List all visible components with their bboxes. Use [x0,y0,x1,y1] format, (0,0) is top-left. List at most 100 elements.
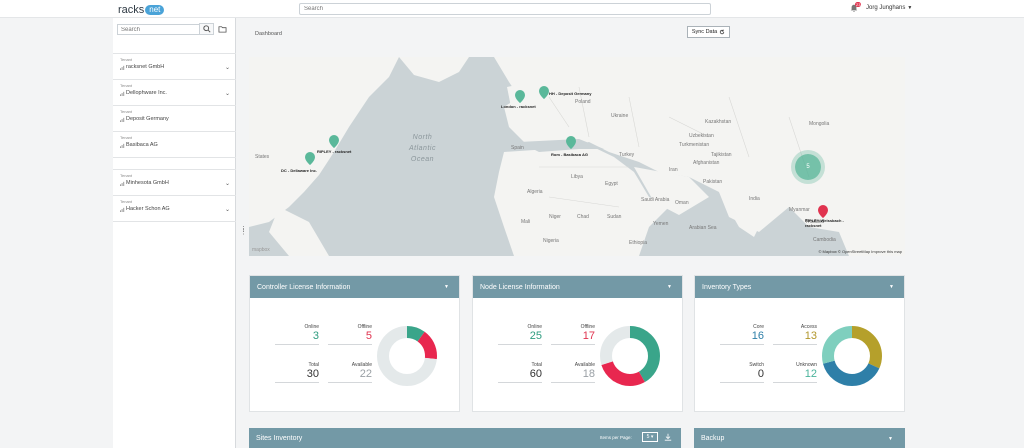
user-menu[interactable]: 23 Jorg Junghans ▼ [850,2,912,12]
signal-bars-icon [120,181,125,186]
chevron-down-icon[interactable]: ⌄ [225,90,230,97]
place-label: States [255,154,270,160]
info-card: Inventory Types ▼ Core 16 Access 13 Switch 0 Unk… [694,275,905,412]
info-card: Controller License Information ▼ Online 3 Of… [249,275,460,412]
chevron-down-icon[interactable]: ▼ [667,284,672,290]
tenant-item[interactable]: Tenant Deposit Germany [113,106,236,132]
bell-icon[interactable]: 23 [850,2,862,12]
user-name: Jorg Junghans [866,5,906,11]
stat-value: 22 [328,368,372,383]
tenant-item[interactable]: Tenant Minhesota GmbH ⌄ [113,170,236,196]
donut-chart [600,326,660,386]
chevron-down-icon[interactable]: ⌄ [225,64,230,71]
map-marker-label: DC - Dellaware Inc. [281,168,318,173]
tenant-name: Minhesota GmbH [126,180,169,186]
map-attribution[interactable]: © Mapbox © OpenStreetMap Improve this ma… [819,249,903,254]
tenant-item[interactable]: Tenant Hacker Schon AG ⌄ [113,196,236,222]
app-logo[interactable]: racks net [118,3,165,17]
chevron-down-icon[interactable]: ▼ [889,284,894,290]
place-label: Saudi Arabia [641,197,670,203]
place-label: Turkey [619,152,635,158]
items-per-page-select[interactable]: 5 ▾ [642,432,658,442]
breadcrumb[interactable]: Dashboard [255,31,282,37]
map-cluster-marker[interactable]: 5 [795,154,821,180]
chevron-down-icon[interactable]: ⌄ [225,180,230,187]
stat-block: Online 25 [498,324,542,345]
folder-icon[interactable] [218,25,227,33]
tenant-name: Dellophware Inc. [126,90,167,96]
stat-value: 60 [498,368,542,383]
stat-value: 16 [720,330,764,345]
tenant-name-row: Dellophware Inc. [120,90,167,96]
stat-value: 30 [275,368,319,383]
resize-handle-icon[interactable]: ⋮ ⋮ [240,226,247,238]
search-icon [202,25,211,33]
chevron-down-icon[interactable]: ⌄ [225,206,230,213]
place-label: Tajikistan [711,152,732,158]
stat-block: Available 18 [551,362,595,383]
search-button[interactable] [199,23,214,35]
signal-bars-icon [120,65,125,70]
tenant-name-row: racksnet GmbH [120,64,164,70]
signal-bars-icon [120,143,125,148]
map-pin-icon[interactable] [566,136,576,149]
card-header: Inventory Types ▼ [695,276,904,298]
place-label: Oman [675,200,689,206]
map-pin-icon[interactable] [539,86,549,99]
place-label: Mali [521,219,531,225]
card-header: Controller License Information ▼ [250,276,459,298]
ocean-label-line: North [412,134,433,141]
global-search-input[interactable] [299,3,711,15]
items-per-page-value: 5 [646,434,650,440]
map-pin-icon[interactable] [515,90,525,103]
ocean-label-line: Atlantic [409,145,436,152]
tenant-name: Hacker Schon AG [126,206,170,212]
tenant-name-row: Deposit Germany [120,116,169,122]
sidebar-search-input[interactable] [117,24,210,35]
sync-data-button[interactable]: Sync Data [687,26,730,38]
card-title: Inventory Types [702,283,752,291]
stat-value: 18 [551,368,595,383]
refresh-icon [720,29,725,35]
stat-block: Offline 17 [551,324,595,345]
tenant-label: Tenant [120,57,133,62]
place-label: Afghanistan [693,160,720,166]
map-marker-label: Rom - Basibaca AG [551,152,588,157]
place-label: Niger [549,214,561,220]
tenant-list: Tenant racksnet GmbH ⌄ Tenant Dellophware In… [113,53,236,222]
ocean-label-line: Ocean [410,156,435,163]
download-icon[interactable] [664,433,672,441]
stat-block: Total 30 [275,362,319,383]
place-label: Libya [571,174,583,180]
place-label: Uzbekistan [689,133,714,139]
map-pin-icon[interactable] [818,205,828,218]
place-label: India [749,196,760,202]
tenant-name-row: Minhesota GmbH [120,180,169,186]
tenant-label: Tenant [120,135,133,140]
sites-map[interactable]: North Atlantic Ocean States Poland Ukrai… [249,57,905,256]
tenant-name: Deposit Germany [126,116,169,122]
mapbox-logo[interactable]: mapbox [252,247,270,253]
place-label: Chad [577,214,589,220]
place-label: Poland [575,99,591,105]
map-pin-icon[interactable] [305,152,315,165]
card-title: Controller License Information [257,283,351,291]
chevron-down-icon[interactable]: ▼ [444,284,449,290]
map-marker-label: HH - Deposit Germany [549,91,592,96]
donut-chart [822,326,882,386]
stat-block: Total 60 [498,362,542,383]
logo-text: racks [118,4,145,16]
tenant-name-row: Hacker Schon AG [120,206,170,212]
place-label: Spain [511,145,524,151]
stat-value: 17 [551,330,595,345]
tenant-label: Tenant [120,83,133,88]
map-marker-label: RIPLEY - racksnet [317,149,352,154]
place-label: Mongolia [809,121,830,127]
map-pin-icon[interactable] [329,135,339,148]
chevron-down-icon[interactable]: ▼ [888,436,893,442]
tenant-item[interactable]: Tenant racksnet GmbH ⌄ [113,54,236,80]
tenant-item[interactable]: Tenant Basibaca AG [113,132,236,158]
tenant-item[interactable]: Tenant Dellophware Inc. ⌄ [113,80,236,106]
stat-block: Unknown 12 [773,362,817,383]
tenant-label: Tenant [120,199,133,204]
